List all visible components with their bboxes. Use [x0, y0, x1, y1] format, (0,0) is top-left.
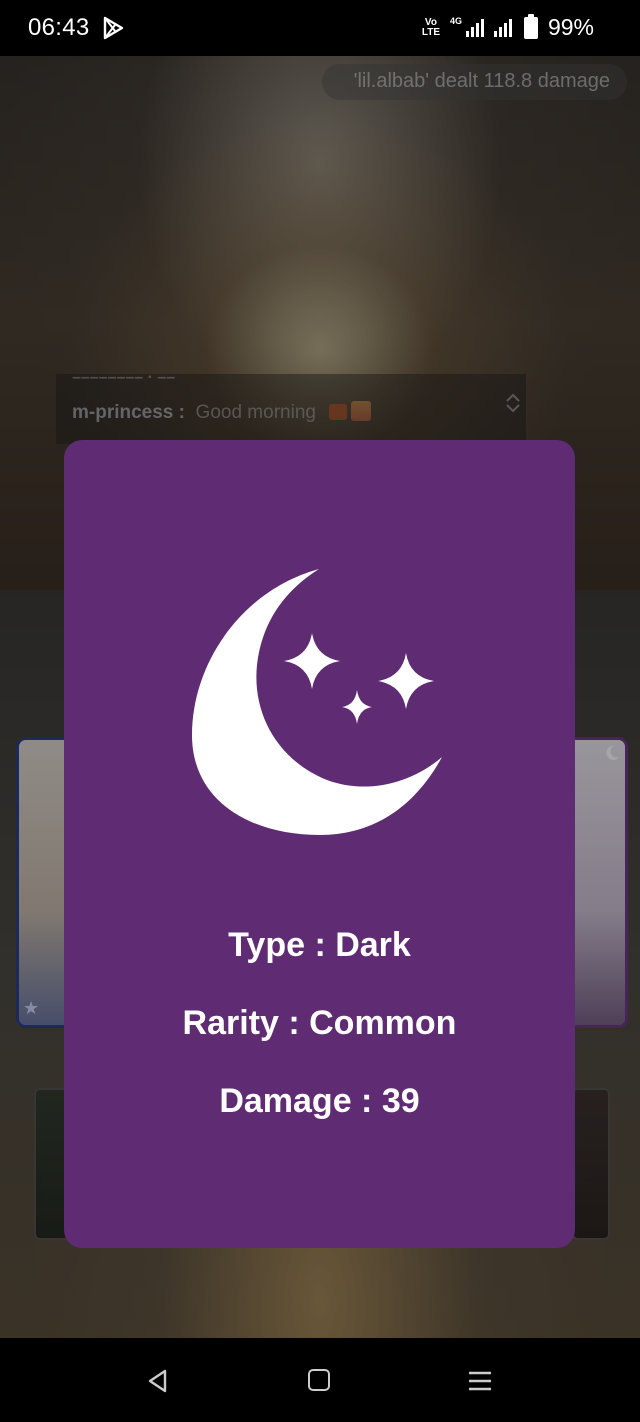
back-icon[interactable]	[145, 1368, 171, 1394]
game-screen: 'lil.albab' dealt 118.8 damage –––––––– …	[0, 56, 640, 1338]
battery-percent: 99%	[547, 14, 594, 40]
status-time: 06:43	[28, 14, 90, 41]
signal-icon	[493, 18, 512, 37]
network-type: 4G	[449, 16, 462, 26]
navigation-bar	[0, 1338, 640, 1422]
card-damage: Damage : 39	[219, 1082, 420, 1120]
signal-icon	[465, 18, 484, 37]
card-info-modal: Type : Dark Rarity : Common Damage : 39	[64, 440, 575, 1248]
card-type: Type : Dark	[228, 926, 411, 964]
moon-stars-icon	[192, 569, 442, 835]
card-rarity: Rarity : Common	[182, 1004, 457, 1042]
recents-menu-icon[interactable]	[468, 1370, 492, 1392]
status-bar: 06:43 Vo LTE 4G 99%	[0, 0, 640, 56]
battery-icon	[523, 13, 538, 39]
volte-icon: Vo LTE	[421, 16, 441, 38]
home-icon[interactable]	[308, 1369, 330, 1391]
status-icons: Vo LTE 4G 99%	[418, 13, 594, 41]
play-store-icon	[103, 16, 124, 40]
